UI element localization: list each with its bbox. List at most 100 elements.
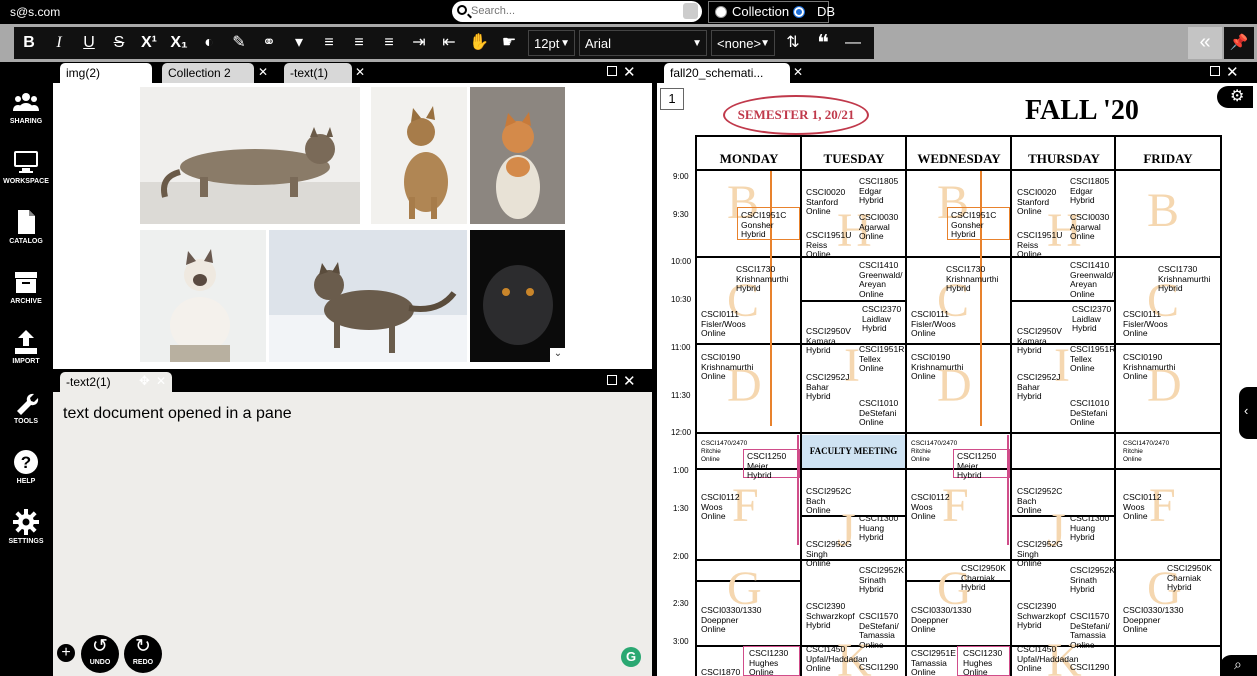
pointer-icon[interactable]: ☛ [497,31,521,55]
hand-icon[interactable]: ✋ [467,31,491,55]
maximize-icon[interactable] [1210,66,1220,76]
filter-icon[interactable] [683,3,698,19]
grammarly-icon[interactable]: G [621,647,641,667]
db-radio[interactable] [793,6,805,18]
course-entry: CSCI2390 Schwarzkopf Hybrid [1017,601,1066,630]
style-value: <none> [717,36,762,51]
align-left-icon[interactable]: ≡ [317,31,341,55]
horizontal-rule-icon[interactable]: — [841,31,865,55]
course-entry: CSCI2952G Singh Online [806,539,852,568]
strikethrough-button[interactable]: S [107,31,131,55]
sidebar-item-label: SHARING [9,118,43,125]
course-entry: CSCI2950V Kamara Hybrid [806,326,851,355]
move-icon[interactable]: ✥ [120,64,131,80]
chevron-down-icon: ▼ [760,38,770,49]
align-right-icon[interactable]: ≡ [377,31,401,55]
tab-fall20[interactable]: fall20_schemati... [664,63,790,83]
course-entry: CSCI1470/2470 Ritchie Online [701,440,748,463]
tab-label: img(2) [66,66,101,80]
course-entry: CSCI2951E Tamassia Online [911,648,956,676]
close-pane-icon[interactable]: ✕ [623,372,636,390]
time-label: 11:30 [671,391,691,400]
sidebar-item-label: TOOLS [14,418,38,425]
sort-icon[interactable]: ⇅ [781,31,805,55]
grid-line [695,169,1221,171]
side-panel-toggle[interactable]: ‹ [1239,387,1257,439]
move-icon[interactable]: ✥ [774,64,785,80]
course-entry: CSCI2950V Kamara Hybrid [1017,326,1062,355]
course-entry: CSCI0112 Woos Online [1123,492,1162,521]
close-icon[interactable]: ✕ [156,374,166,388]
tab-collection[interactable]: Collection 2 [162,63,254,83]
tab-strip: img(2) ✥ ✕ Collection 2 ✕ -text(1) ✕ ✕ [53,62,652,83]
course-entry: CSCI0112 Woos Online [701,492,740,521]
close-icon[interactable]: ✕ [355,65,365,79]
document-icon [18,210,35,234]
close-pane-icon[interactable]: ✕ [1226,63,1239,81]
user-email[interactable]: s@s.com [10,5,60,19]
italic-button[interactable]: I [47,31,71,55]
font-family-select[interactable]: Arial ▼ [579,30,707,56]
course-entry: CSCI1951R Tellex Online [859,344,905,373]
move-icon[interactable]: ✥ [139,373,150,389]
text-pane: -text2(1) ✥ ✕ ✕ text document opened in … [53,371,652,676]
time-label: 10:00 [671,257,692,266]
close-icon[interactable]: ✕ [258,65,268,79]
collapse-toolbar-button[interactable]: « [1188,27,1222,59]
course-entry: CSCI0330/1330 Doeppner Online [1123,605,1184,634]
course-entry: CSCI2952C Bach Online [1017,486,1063,515]
indent-icon[interactable]: ⇥ [407,31,431,55]
text-color-icon[interactable]: ◐ [197,31,221,55]
course-entry: CSCI1470/2470 Ritchie Online [1123,440,1170,463]
sidebar-item-help[interactable]: ? HELP [0,437,52,492]
quote-icon[interactable]: ❝ [811,31,835,55]
course-entry: CSCI0190 Krishnamurthi Online [701,352,754,381]
close-pane-icon[interactable]: ✕ [623,63,636,81]
page-number-input[interactable]: 1 [660,88,684,110]
text-document-body[interactable]: text document opened in a pane [63,405,292,423]
sidebar-item-settings[interactable]: SETTINGS [0,497,52,552]
tab-text[interactable]: -text(1) [284,63,352,83]
cat-photo [269,230,467,362]
underline-button[interactable]: U [77,31,101,55]
redo-button[interactable]: ↻ REDO [124,635,162,673]
subscript-button[interactable]: X₁ [167,31,191,55]
search-input[interactable] [471,3,671,19]
course-entry: CSCI1250 Meier Hybrid [747,451,787,480]
align-center-icon[interactable]: ≡ [347,31,371,55]
upload-icon [15,330,37,354]
undo-button[interactable]: ↺ UNDO [81,635,119,673]
link-icon[interactable]: ⚭ [257,31,281,55]
sidebar-item-sharing[interactable]: SHARING [0,77,52,132]
superscript-button[interactable]: X¹ [137,31,161,55]
highlight-icon[interactable]: ✎ [227,31,251,55]
add-icon[interactable]: + [57,644,75,662]
collection-radio[interactable] [715,6,727,18]
cat-photo [371,87,467,224]
sidebar-item-import[interactable]: IMPORT [0,317,52,372]
schedule-pane: fall20_schemati... ✥ ✕ ✕ 1 ⚙ SEMESTER 1,… [657,62,1257,676]
sidebar-item-catalog[interactable]: CATALOG [0,197,52,252]
outdent-icon[interactable]: ⇤ [437,31,461,55]
sidebar-item-tools[interactable]: TOOLS [0,377,52,432]
format-painter-icon[interactable]: ▾ [287,31,311,55]
sidebar-item-archive[interactable]: ARCHIVE [0,257,52,312]
close-icon[interactable]: ✕ [793,65,803,79]
pane-settings-button[interactable]: ⚙ [1217,86,1253,108]
chevron-down-icon[interactable]: ⌄ [550,348,566,362]
close-icon[interactable]: ✕ [138,65,148,79]
sidebar-item-label: SETTINGS [8,538,44,545]
course-entry: CSCI0190 Krishnamurthi Online [911,352,964,381]
tab-label: fall20_schemati... [670,66,764,80]
maximize-icon[interactable] [607,66,617,76]
tab-strip: -text2(1) ✥ ✕ ✕ [53,371,652,392]
search-document-button[interactable]: ⌕ [1220,655,1257,676]
font-size-select[interactable]: 12pt ▼ [528,30,575,56]
maximize-icon[interactable] [607,375,617,385]
sidebar-item-label: WORKSPACE [3,178,49,185]
bold-button[interactable]: B [17,31,41,55]
sidebar-item-workspace[interactable]: WORKSPACE [0,137,52,192]
pin-icon[interactable]: 📌 [1224,27,1254,59]
course-entry: CSCI0190 Krishnamurthi Online [1123,352,1176,381]
style-select[interactable]: <none> ▼ [711,30,775,56]
